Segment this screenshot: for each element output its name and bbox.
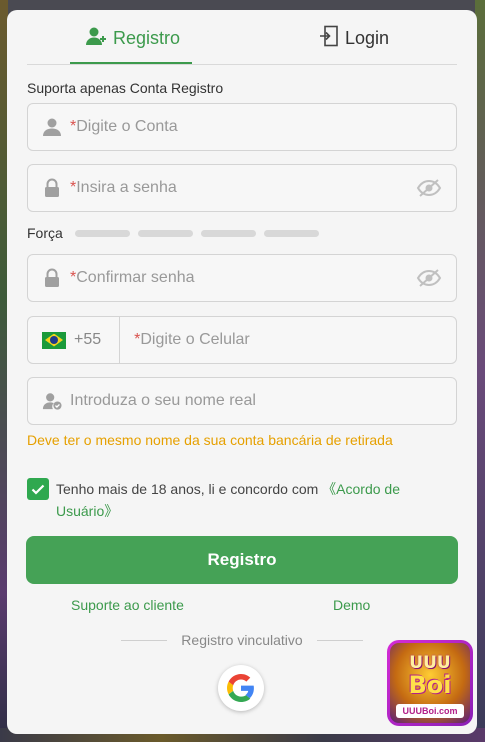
real-name-input[interactable]: Introduza o seu nome real (27, 377, 457, 425)
password-input[interactable]: *Insira a senha (27, 164, 457, 212)
strength-label: Força (27, 225, 63, 241)
name-warning: Deve ter o mesmo nome da sua conta bancá… (27, 432, 393, 448)
eye-off-icon[interactable] (416, 178, 442, 198)
lock-icon (42, 268, 62, 288)
country-code: +55 (74, 331, 102, 348)
account-input[interactable]: *Digite o Conta (27, 103, 457, 151)
account-note: Suporta apenas Conta Registro (27, 80, 224, 96)
user-icon (42, 117, 62, 137)
login-door-icon (319, 25, 339, 52)
tab-divider (27, 64, 457, 65)
eye-off-icon[interactable] (416, 268, 442, 288)
logo-mid-text: Boi (408, 671, 452, 699)
demo-link[interactable]: Demo (333, 597, 370, 613)
logo-top-text: UUU (409, 653, 451, 673)
verified-user-icon (42, 391, 62, 411)
tab-register[interactable]: Registro (85, 24, 180, 52)
confirm-password-input[interactable]: *Confirmar senha (27, 254, 457, 302)
country-code-selector[interactable]: +55 (28, 317, 121, 363)
strength-bar (137, 229, 193, 237)
separator-line (316, 639, 363, 641)
customer-support-link[interactable]: Suporte ao cliente (71, 597, 184, 613)
lock-icon (42, 178, 62, 198)
agreement-checkbox[interactable] (27, 478, 49, 500)
agreement: Tenho mais de 18 anos, li e concordo com… (27, 478, 447, 522)
strength-bar (200, 229, 256, 237)
password-placeholder: Insira a senha (76, 179, 177, 196)
tab-login[interactable]: Login (319, 24, 389, 52)
phone-input[interactable]: +55 *Digite o Celular (27, 316, 457, 364)
brazil-flag-icon (42, 331, 66, 349)
tab-register-label: Registro (113, 27, 181, 48)
add-user-icon (85, 26, 107, 51)
tab-login-label: Login (345, 27, 390, 48)
separator-text: Registro vinculativo (181, 632, 303, 648)
phone-placeholder: Digite o Celular (140, 331, 250, 348)
register-button[interactable]: Registro (26, 536, 458, 584)
register-modal: Registro Login Suporta apenas Conta Regi… (7, 10, 477, 734)
checkmark-icon (31, 484, 45, 495)
account-placeholder: Digite o Conta (76, 118, 178, 135)
logo-art: UUU Boi UUUBoi.com (390, 643, 470, 723)
logo-domain: UUUBoi.com (396, 704, 464, 718)
uuuboi-logo[interactable]: UUU Boi UUUBoi.com (387, 640, 473, 726)
real-name-placeholder: Introduza o seu nome real (70, 392, 256, 409)
separator-line (121, 639, 168, 641)
confirm-placeholder: Confirmar senha (76, 269, 195, 286)
strength-bar (74, 229, 130, 237)
strength-bar (263, 229, 319, 237)
auth-tabs: Registro Login (7, 10, 477, 66)
agreement-text: Tenho mais de 18 anos, li e concordo com (56, 481, 323, 497)
google-login-button[interactable] (218, 665, 264, 711)
google-icon (227, 674, 254, 702)
password-strength: Força (27, 225, 319, 241)
